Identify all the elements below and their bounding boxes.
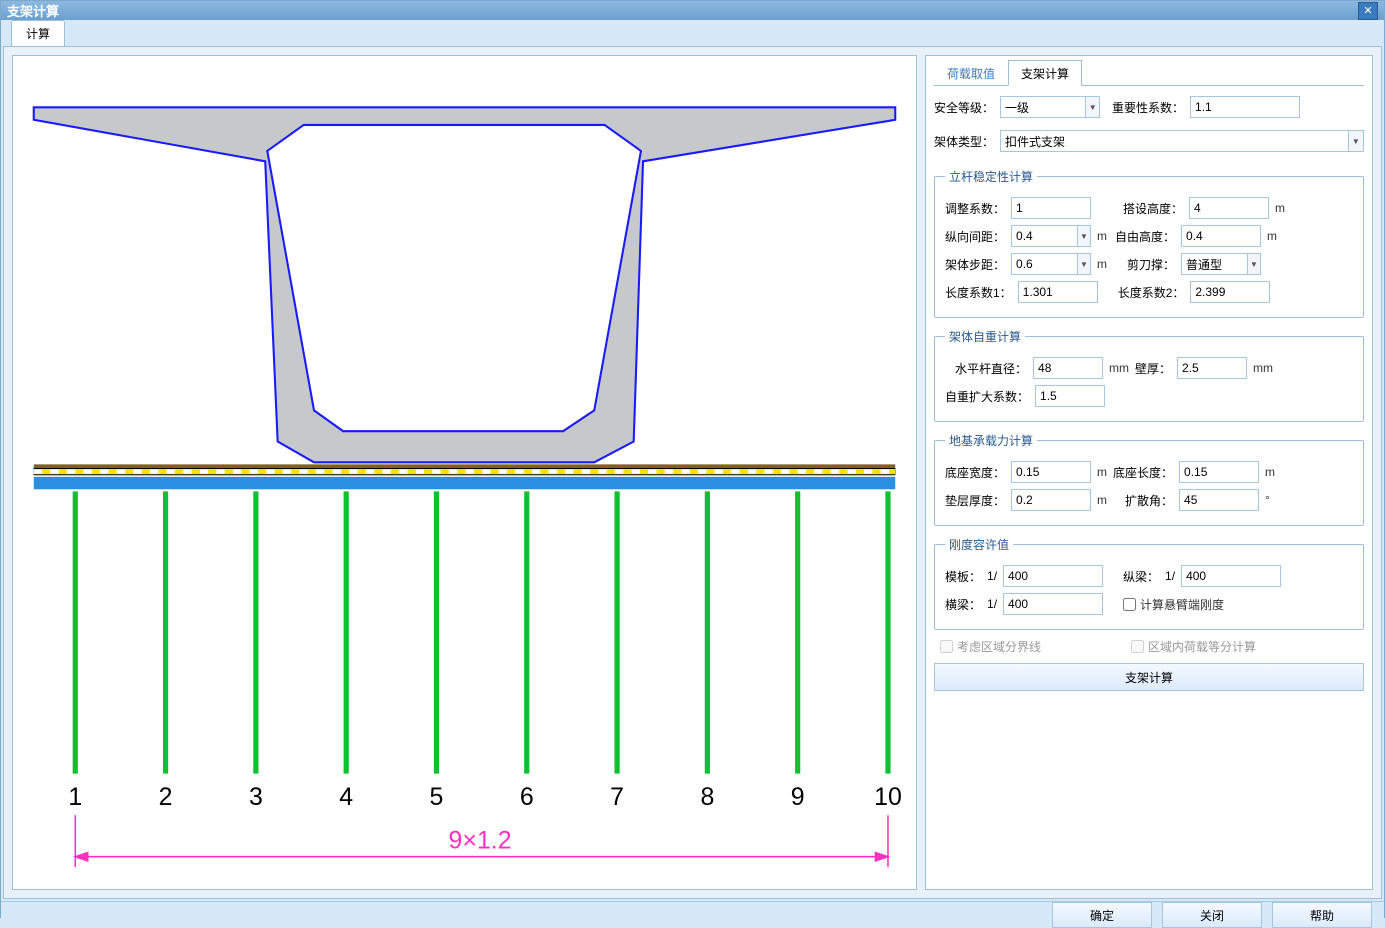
post-label-3: 3 <box>249 783 263 811</box>
importance-input[interactable] <box>1190 96 1300 118</box>
group-stiffness: 刚度容许值 模板： 1/ 纵梁： 1/ 横梁： 1/ 计算悬臂端刚度 <box>934 536 1364 630</box>
titlebar: 支架计算 ✕ <box>1 1 1384 20</box>
group-foundation-title: 地基承载力计算 <box>945 432 1037 449</box>
step-input[interactable]: ▼ <box>1011 253 1091 275</box>
outer-tabs: 计算 <box>1 20 1384 46</box>
frame-type-label: 架体类型： <box>934 133 994 150</box>
group-foundation: 地基承载力计算 底座宽度： m 底座长度： m 垫层厚度： m 扩散角： ° <box>934 432 1364 526</box>
post-label-9: 9 <box>791 783 805 811</box>
adjust-coef-input[interactable] <box>1011 197 1091 219</box>
footer: 确定 关闭 帮助 <box>1 901 1384 928</box>
post-label-8: 8 <box>700 783 714 811</box>
erect-height-input[interactable] <box>1189 197 1269 219</box>
pad-t-input[interactable] <box>1011 489 1091 511</box>
bottom-checks: 考虑区域分界线 区域内荷载等分计算 <box>934 630 1364 663</box>
hbar-dia-input[interactable] <box>1033 357 1103 379</box>
dimension-text: 9×1.2 <box>449 826 512 854</box>
post-label-2: 2 <box>159 783 173 811</box>
spread-angle-input[interactable] <box>1179 489 1259 511</box>
chevron-down-icon: ▼ <box>1077 254 1090 274</box>
post-label-10: 10 <box>874 783 902 811</box>
post-label-5: 5 <box>430 783 444 811</box>
close-button[interactable]: 关闭 <box>1162 902 1262 928</box>
chevron-down-icon: ▼ <box>1085 97 1099 117</box>
cantilever-checkbox[interactable] <box>1123 598 1136 611</box>
template-input[interactable] <box>1003 565 1103 587</box>
base-l-input[interactable] <box>1179 461 1259 483</box>
post-label-7: 7 <box>610 783 624 811</box>
group-selfweight-title: 架体自重计算 <box>945 328 1025 345</box>
inner-tabs: 荷载取值 支架计算 <box>934 60 1364 86</box>
group-stiffness-title: 刚度容许值 <box>945 536 1013 553</box>
tab-load[interactable]: 荷载取值 <box>934 60 1008 85</box>
window-title: 支架计算 <box>7 1 1358 20</box>
main-body: 1 2 3 4 5 6 7 8 9 10 <box>3 46 1382 899</box>
equal-load-checkbox[interactable] <box>1131 640 1144 653</box>
close-icon[interactable]: ✕ <box>1358 2 1378 20</box>
outer-tab-calc[interactable]: 计算 <box>11 20 65 46</box>
long-beam-input[interactable] <box>1181 565 1281 587</box>
frame-type-select[interactable]: ▼ <box>1000 130 1364 152</box>
importance-label: 重要性系数： <box>1112 99 1184 116</box>
chevron-down-icon: ▼ <box>1348 131 1363 151</box>
safety-level-label: 安全等级： <box>934 99 994 116</box>
tab-calc[interactable]: 支架计算 <box>1008 60 1082 86</box>
scissor-select[interactable]: ▼ <box>1181 253 1261 275</box>
help-button[interactable]: 帮助 <box>1272 902 1372 928</box>
chevron-down-icon: ▼ <box>1077 226 1090 246</box>
len-coef2-input[interactable] <box>1190 281 1270 303</box>
free-height-input[interactable] <box>1181 225 1261 247</box>
boundary-checkbox[interactable] <box>940 640 953 653</box>
group-stability: 立杆稳定性计算 调整系数： 搭设高度： m 纵向间距： ▼ m 自由高度： <box>934 168 1364 318</box>
diagram-canvas: 1 2 3 4 5 6 7 8 9 10 <box>12 55 917 890</box>
safety-level-select[interactable]: ▼ <box>1000 96 1100 118</box>
post-label-4: 4 <box>339 783 353 811</box>
base-w-input[interactable] <box>1011 461 1091 483</box>
cross-beam-input[interactable] <box>1003 593 1103 615</box>
post-label-1: 1 <box>68 783 82 811</box>
calc-button[interactable]: 支架计算 <box>934 663 1364 691</box>
ok-button[interactable]: 确定 <box>1052 902 1152 928</box>
len-coef1-input[interactable] <box>1018 281 1098 303</box>
main-window: 支架计算 ✕ 计算 <box>0 0 1385 918</box>
sw-factor-input[interactable] <box>1035 385 1105 407</box>
group-selfweight: 架体自重计算 水平杆直径： mm 壁厚： mm 自重扩大系数： <box>934 328 1364 422</box>
bridge-diagram: 1 2 3 4 5 6 7 8 9 10 <box>13 56 916 889</box>
group-stability-title: 立杆稳定性计算 <box>945 168 1037 185</box>
right-panel: 荷载取值 支架计算 安全等级： ▼ 重要性系数： 架体类型： ▼ <box>925 55 1373 890</box>
post-label-6: 6 <box>520 783 534 811</box>
chevron-down-icon: ▼ <box>1247 254 1260 274</box>
long-spacing-input[interactable]: ▼ <box>1011 225 1091 247</box>
wall-thick-input[interactable] <box>1177 357 1247 379</box>
